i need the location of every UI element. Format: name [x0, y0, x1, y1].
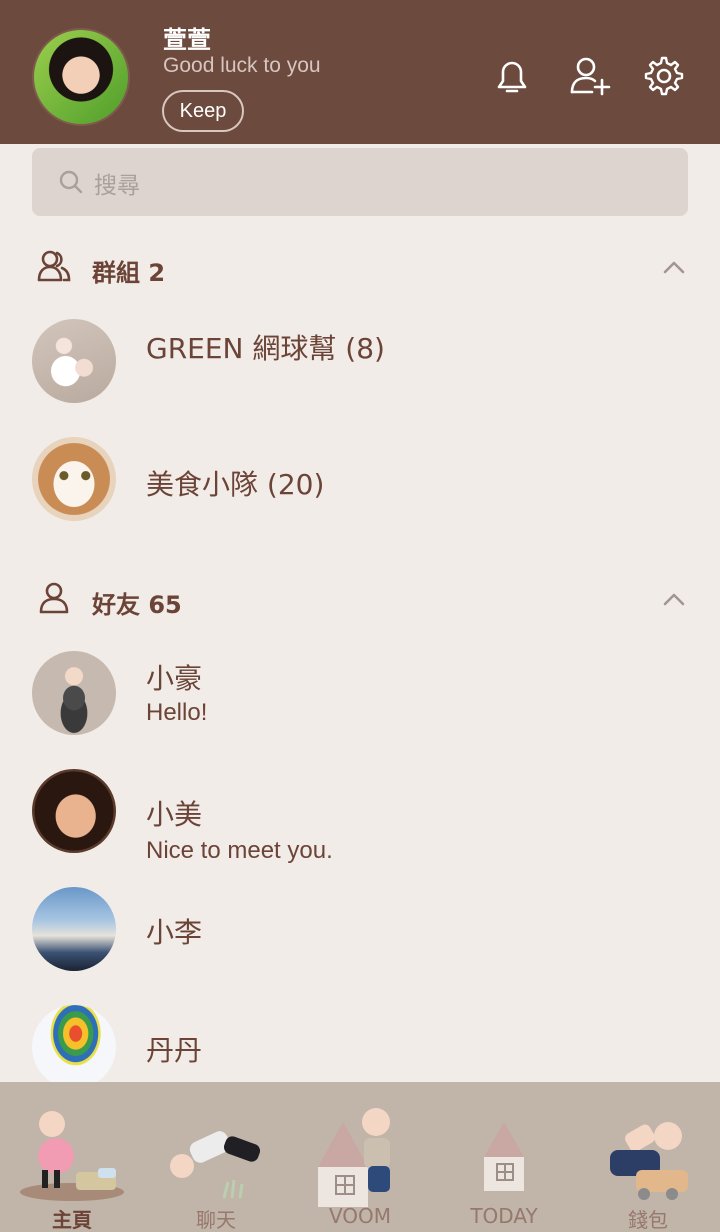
group-row[interactable]: GREEN 網球幫 (8) [0, 311, 720, 407]
group-icon [37, 250, 71, 282]
friend-name: 小美 [146, 798, 203, 831]
chevron-up-icon[interactable] [660, 255, 688, 279]
friend-name: 小李 [146, 916, 203, 949]
keep-button[interactable]: Keep [162, 90, 244, 132]
tab-label: VOOM [328, 1204, 392, 1228]
gear-icon[interactable] [642, 54, 686, 98]
friend-row[interactable]: 丹丹 [0, 997, 720, 1093]
profile-status-message[interactable]: Good luck to you [163, 54, 321, 78]
tab-home[interactable]: 主頁 [0, 1082, 144, 1232]
friend-name: 丹丹 [146, 1034, 203, 1067]
tab-label: TODAY [470, 1204, 538, 1228]
group-avatar [32, 437, 116, 521]
friend-status-message: Hello! [146, 699, 208, 726]
search-bar[interactable]: 搜尋 [32, 148, 688, 216]
friend-row[interactable]: 小李 [0, 879, 720, 975]
tab-voom[interactable]: VOOM [288, 1082, 432, 1232]
friend-name: 小豪 [146, 662, 203, 695]
group-name: 美食小隊 (20) [146, 468, 325, 501]
friends-section-header[interactable]: 好友 65 [0, 573, 720, 623]
tab-label: 主頁 [52, 1208, 92, 1232]
bottom-tab-bar: 主頁 聊天 VOOM TODAY 錢包 [0, 1082, 720, 1232]
add-friend-icon[interactable] [568, 54, 612, 98]
group-row[interactable]: 美食小隊 (20) [0, 429, 720, 525]
bell-icon[interactable] [490, 54, 534, 98]
tab-today[interactable]: TODAY [432, 1082, 576, 1232]
tab-label: 錢包 [628, 1208, 668, 1232]
voom-tab-illustration [318, 1108, 390, 1207]
groups-section-title: 群組 2 [92, 259, 166, 287]
tab-label: 聊天 [196, 1208, 236, 1232]
profile-name[interactable]: 萱萱 [163, 20, 211, 55]
friend-avatar [32, 1005, 116, 1089]
friend-avatar [32, 769, 116, 853]
home-tab-illustration [20, 1111, 124, 1201]
group-avatar [32, 319, 116, 403]
group-name: GREEN 網球幫 (8) [146, 332, 385, 365]
search-placeholder: 搜尋 [94, 173, 140, 199]
search-icon [59, 170, 83, 194]
today-tab-illustration [484, 1122, 524, 1191]
groups-section-header[interactable]: 群組 2 [0, 241, 720, 291]
chats-tab-illustration [170, 1131, 261, 1199]
friend-avatar [32, 651, 116, 735]
wallet-tab-illustration [610, 1122, 688, 1200]
profile-avatar[interactable] [32, 28, 130, 126]
friend-row[interactable]: 小豪 Hello! [0, 643, 720, 739]
tab-chats[interactable]: 聊天 [144, 1082, 288, 1232]
profile-header: 萱萱 Good luck to you Keep [0, 0, 720, 144]
friend-avatar [32, 887, 116, 971]
friend-icon [39, 582, 69, 614]
tab-wallet[interactable]: 錢包 [576, 1082, 720, 1232]
chevron-up-icon[interactable] [660, 587, 688, 611]
friend-row[interactable]: 小美 Nice to meet you. [0, 761, 720, 864]
friends-section-title: 好友 65 [92, 591, 182, 619]
friend-status-message: Nice to meet you. [146, 837, 333, 864]
